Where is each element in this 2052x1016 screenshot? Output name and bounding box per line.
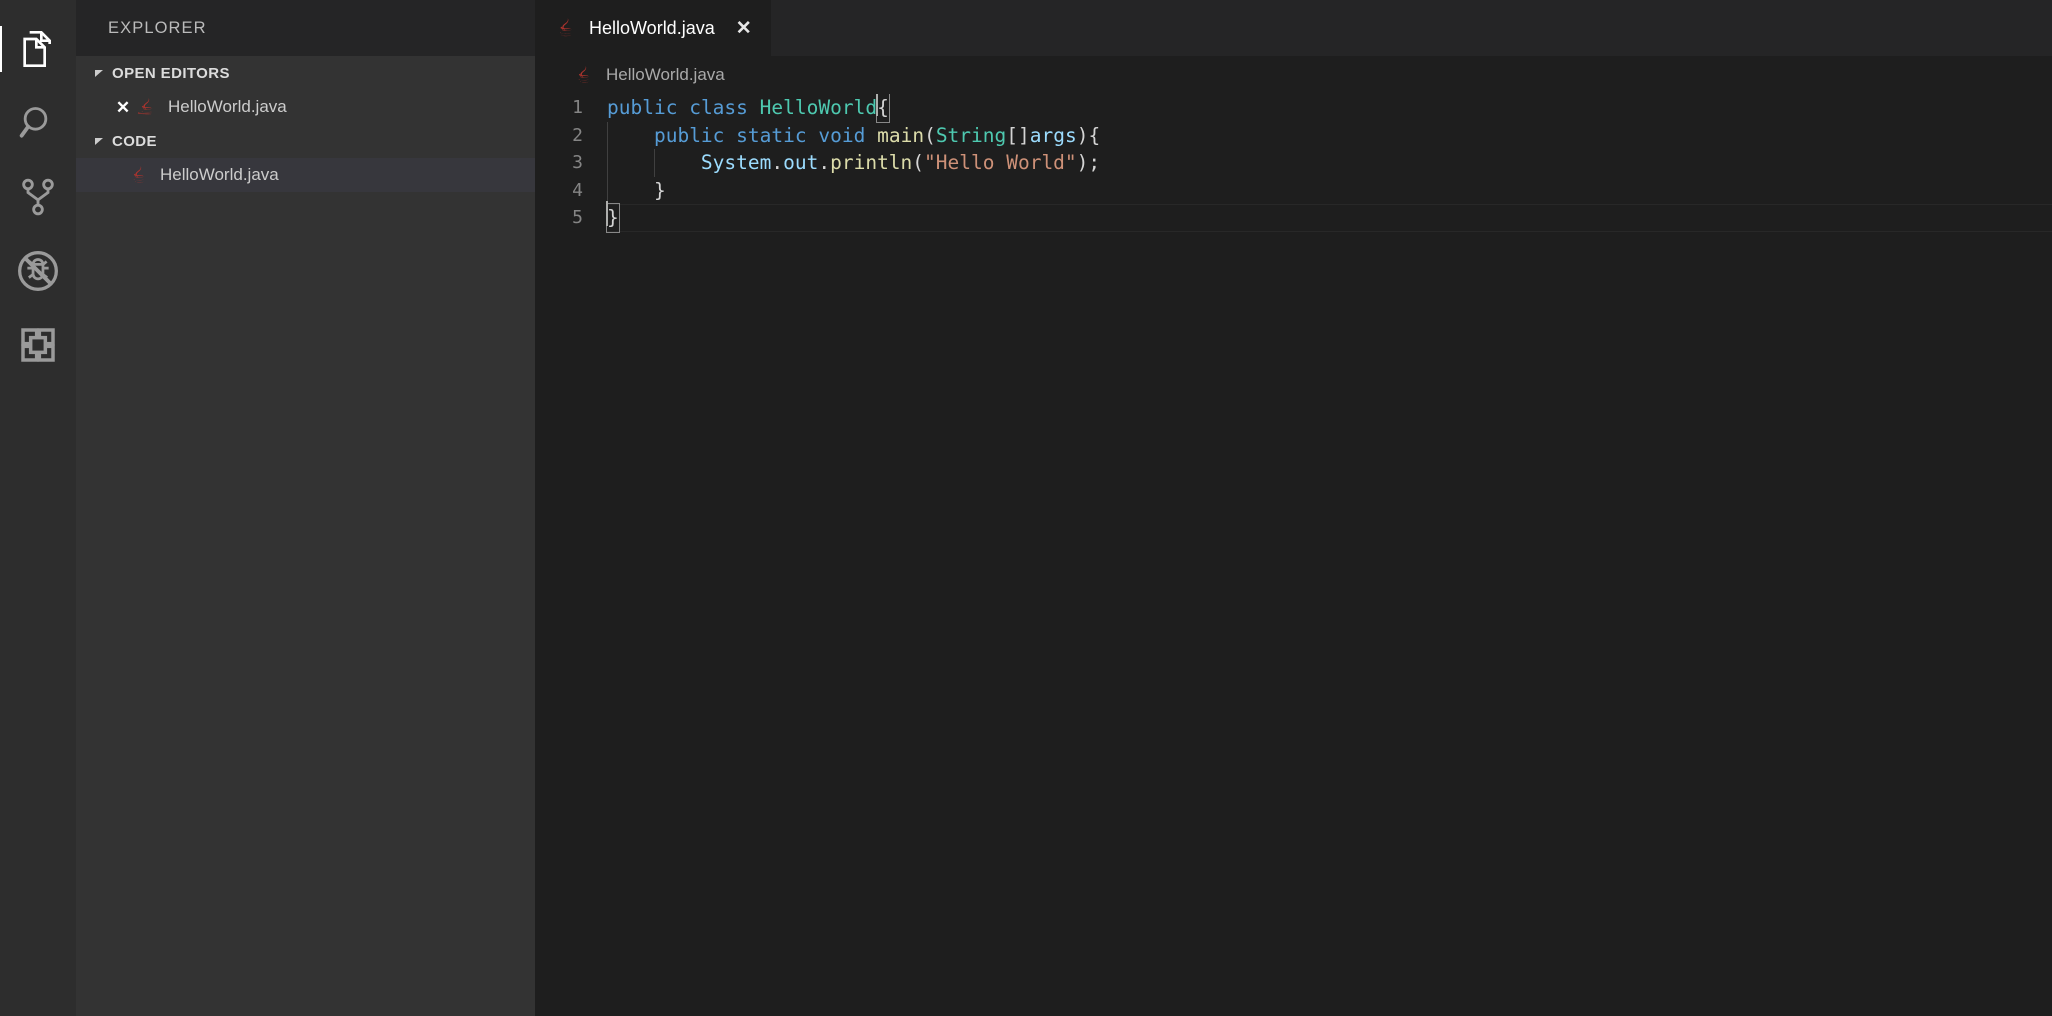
code-token: String [935,123,1007,147]
code-token: . [818,151,831,174]
debug-disabled-icon [16,249,60,293]
indent-guide [607,121,608,149]
files-icon [18,28,58,70]
open-editor-row[interactable]: ✕ HelloWorld.java [76,90,535,124]
code-token: ); [1076,151,1101,174]
activity-item-search[interactable] [0,86,76,160]
editor-tab-label: HelloWorld.java [589,17,715,38]
file-tree-label: HelloWorld.java [160,165,279,184]
line-number: 4 [572,179,583,201]
line-number: 3 [572,152,583,173]
code-token: System [700,151,772,174]
code-token: void [818,123,866,147]
activity-bar [0,0,76,1016]
code-editor[interactable]: 1 public class HelloWorld{2 public static… [535,94,2052,1016]
indent-guide [607,149,608,177]
code-token: println [830,151,913,174]
search-icon [18,103,58,143]
code-token: static [736,123,807,147]
code-line-text: public static void main(String[]args){ [607,121,2052,149]
java-file-icon [571,62,597,88]
editor-area: HelloWorld.java ✕ HelloWorld.java 1 publi… [535,0,2052,1016]
editor-tab-helloworld[interactable]: HelloWorld.java ✕ [535,0,772,56]
code-line[interactable]: 2 public static void main(String[]args){ [535,121,2052,149]
code-token: main [877,123,925,147]
code-line[interactable]: 3 System.out.println("Hello World"); [535,149,2052,177]
sidebar-section-label: CODE [112,132,157,150]
code-token: ( [924,123,936,147]
code-line[interactable]: 4 } [535,176,2052,204]
code-token: } [653,178,666,202]
java-file-icon [126,162,152,188]
code-token: args [1029,123,1077,147]
source-control-icon [18,176,58,218]
code-token: [] [1006,123,1030,147]
code-token: out [783,151,819,174]
java-file-icon [553,15,579,41]
close-icon[interactable]: ✕ [112,99,134,116]
sidebar-section-label: OPEN EDITORS [112,64,230,82]
indent-guide [653,149,655,177]
extensions-icon [18,325,58,365]
activity-item-source-control[interactable] [0,160,76,234]
activity-item-extensions[interactable] [0,308,76,382]
file-tree-row[interactable]: HelloWorld.java [76,158,535,192]
code-token: } [606,201,620,233]
open-editor-label: HelloWorld.java [168,97,287,116]
chevron-down-icon [90,64,108,82]
line-number: 1 [572,97,583,118]
indent-guide [607,176,608,204]
code-token: "Hello World" [924,151,1077,174]
sidebar: EXPLORER OPEN EDITORS ✕ HelloWorld.java … [76,0,535,1016]
java-file-icon [134,94,160,120]
close-icon[interactable]: ✕ [733,19,755,38]
breadcrumb-label: HelloWorld.java [606,65,725,84]
breadcrumb[interactable]: HelloWorld.java [535,56,2052,94]
code-token: ){ [1076,123,1101,147]
code-line-text: } [606,201,2052,233]
activity-item-explorer[interactable] [0,12,76,86]
sidebar-title: EXPLORER [76,0,535,56]
code-line-text: System.out.println("Hello World"); [607,149,2052,177]
code-token: public [653,123,725,147]
code-token: class [689,96,748,119]
chevron-down-icon [90,132,108,150]
tab-bar: HelloWorld.java ✕ [535,0,2052,56]
code-token: public [607,96,678,119]
code-line-text: } [607,176,2052,204]
line-number: 2 [572,124,583,146]
vscode-window: EXPLORER OPEN EDITORS ✕ HelloWorld.java … [0,0,2052,1016]
code-line-text: public class HelloWorld{ [607,94,2052,123]
code-line[interactable]: 5} [535,201,2052,233]
sidebar-section-code[interactable]: CODE [76,124,535,158]
sidebar-section-open-editors[interactable]: OPEN EDITORS [76,56,535,90]
activity-item-run-debug[interactable] [0,234,76,308]
code-token: { [876,94,890,123]
code-token: . [771,151,784,174]
line-number: 5 [572,207,583,228]
code-token: HelloWorld [759,96,878,119]
code-line[interactable]: 1 public class HelloWorld{ [535,94,2052,123]
code-token: ( [912,151,925,174]
